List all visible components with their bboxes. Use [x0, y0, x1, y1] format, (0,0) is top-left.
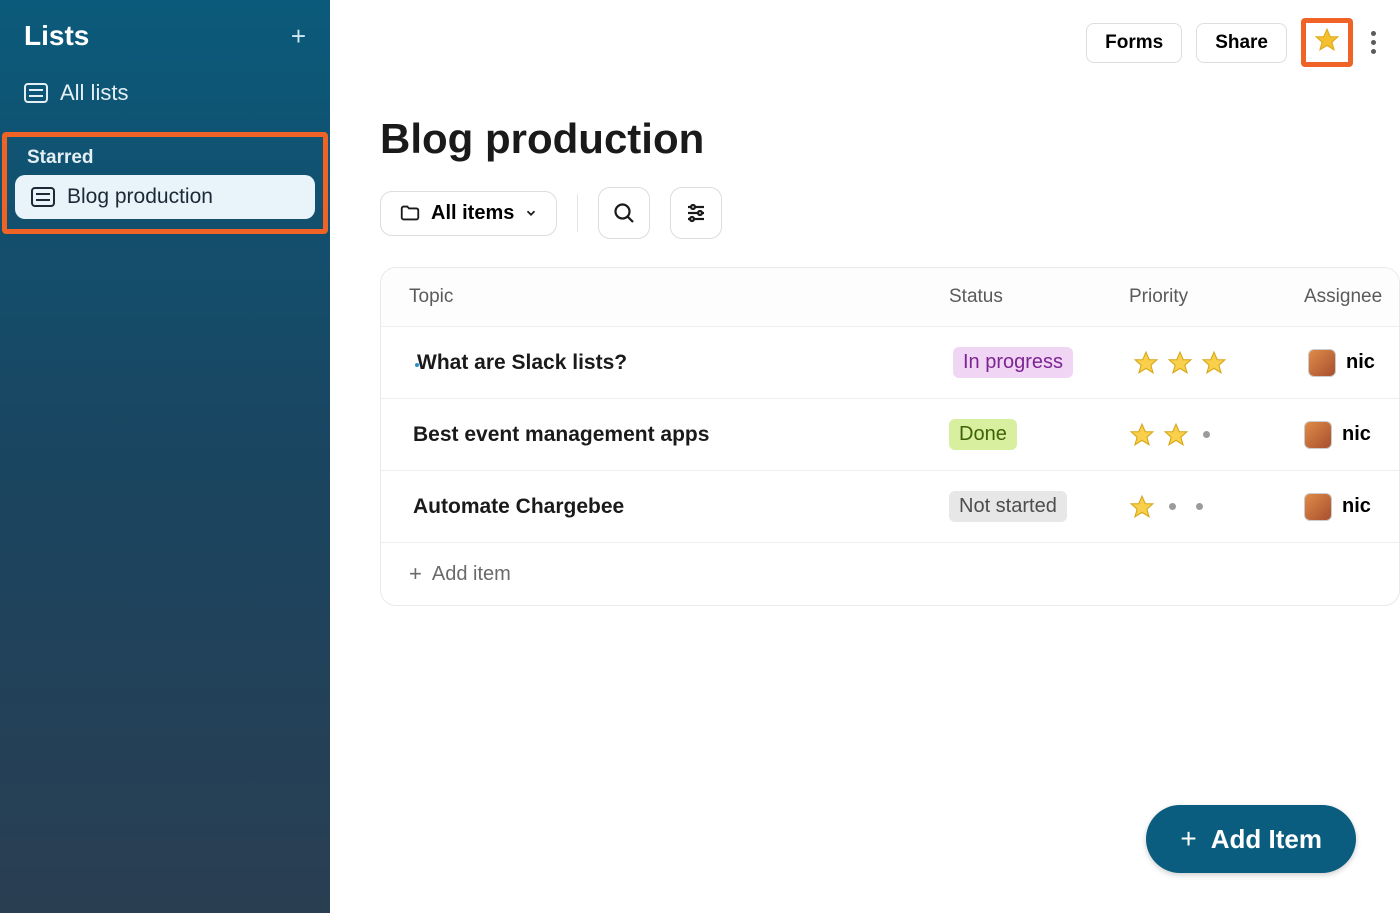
- star-icon[interactable]: [1314, 27, 1340, 58]
- add-item-fab[interactable]: + Add Item: [1146, 805, 1356, 873]
- filter-all-items[interactable]: All items: [380, 191, 557, 236]
- sidebar-item-blog-production[interactable]: Blog production: [15, 175, 315, 219]
- more-options-button[interactable]: [1367, 27, 1380, 58]
- plus-icon: +: [409, 561, 422, 587]
- cell-status[interactable]: Not started: [949, 491, 1129, 522]
- cell-priority[interactable]: [1133, 350, 1308, 376]
- cell-assignee[interactable]: nic: [1304, 421, 1400, 449]
- main-content: Forms Share Blog production All items: [330, 0, 1400, 913]
- avatar: [1304, 421, 1332, 449]
- items-table: Topic Status Priority Assignee What are …: [380, 267, 1400, 606]
- chevron-down-icon: [524, 206, 538, 220]
- cell-topic[interactable]: Automate Chargebee: [409, 495, 949, 519]
- toolbar-divider: [577, 194, 578, 232]
- avatar: [1304, 493, 1332, 521]
- cell-assignee[interactable]: nic: [1308, 349, 1400, 377]
- avatar: [1308, 349, 1336, 377]
- sidebar-title: Lists: [24, 20, 89, 52]
- page-title: Blog production: [380, 115, 1400, 163]
- table-header: Topic Status Priority Assignee: [381, 268, 1399, 326]
- add-item-row[interactable]: + Add item: [381, 542, 1399, 605]
- folder-icon: [399, 202, 421, 224]
- cell-status[interactable]: In progress: [953, 347, 1133, 378]
- search-button[interactable]: [598, 187, 650, 239]
- list-icon: [31, 187, 55, 207]
- sliders-icon: [684, 201, 708, 225]
- add-item-label: Add item: [432, 563, 511, 586]
- plus-icon: +: [1180, 823, 1196, 855]
- cell-topic[interactable]: What are Slack lists?: [413, 351, 953, 375]
- forms-button[interactable]: Forms: [1086, 23, 1182, 63]
- col-header-status[interactable]: Status: [949, 286, 1129, 308]
- topbar: Forms Share: [380, 18, 1400, 67]
- filter-button[interactable]: [670, 187, 722, 239]
- new-list-button[interactable]: +: [291, 21, 306, 52]
- starred-section-highlight: Starred Blog production: [2, 132, 328, 234]
- starred-item-label: Blog production: [67, 185, 213, 209]
- sidebar-header: Lists +: [0, 0, 330, 72]
- cell-priority[interactable]: [1129, 422, 1304, 448]
- fab-label: Add Item: [1211, 824, 1322, 855]
- star-highlight: [1301, 18, 1353, 67]
- cell-status[interactable]: Done: [949, 419, 1129, 450]
- search-icon: [612, 201, 636, 225]
- table-row[interactable]: Best event management appsDone nic: [381, 398, 1399, 470]
- sidebar: Lists + All lists Starred Blog productio…: [0, 0, 330, 913]
- table-row[interactable]: What are Slack lists?In progress nic: [381, 326, 1399, 398]
- col-header-assignee[interactable]: Assignee: [1304, 286, 1400, 308]
- col-header-priority[interactable]: Priority: [1129, 286, 1304, 308]
- col-header-topic[interactable]: Topic: [409, 286, 949, 308]
- list-icon: [24, 83, 48, 103]
- cell-assignee[interactable]: nic: [1304, 493, 1400, 521]
- starred-label: Starred: [15, 143, 315, 171]
- table-row[interactable]: Automate ChargebeeNot started nic: [381, 470, 1399, 542]
- share-button[interactable]: Share: [1196, 23, 1287, 63]
- sidebar-all-lists[interactable]: All lists: [0, 72, 330, 114]
- filter-label: All items: [431, 202, 514, 225]
- cell-topic[interactable]: Best event management apps: [409, 423, 949, 447]
- all-lists-label: All lists: [60, 80, 128, 106]
- toolbar: All items: [380, 187, 1400, 239]
- cell-priority[interactable]: [1129, 494, 1304, 520]
